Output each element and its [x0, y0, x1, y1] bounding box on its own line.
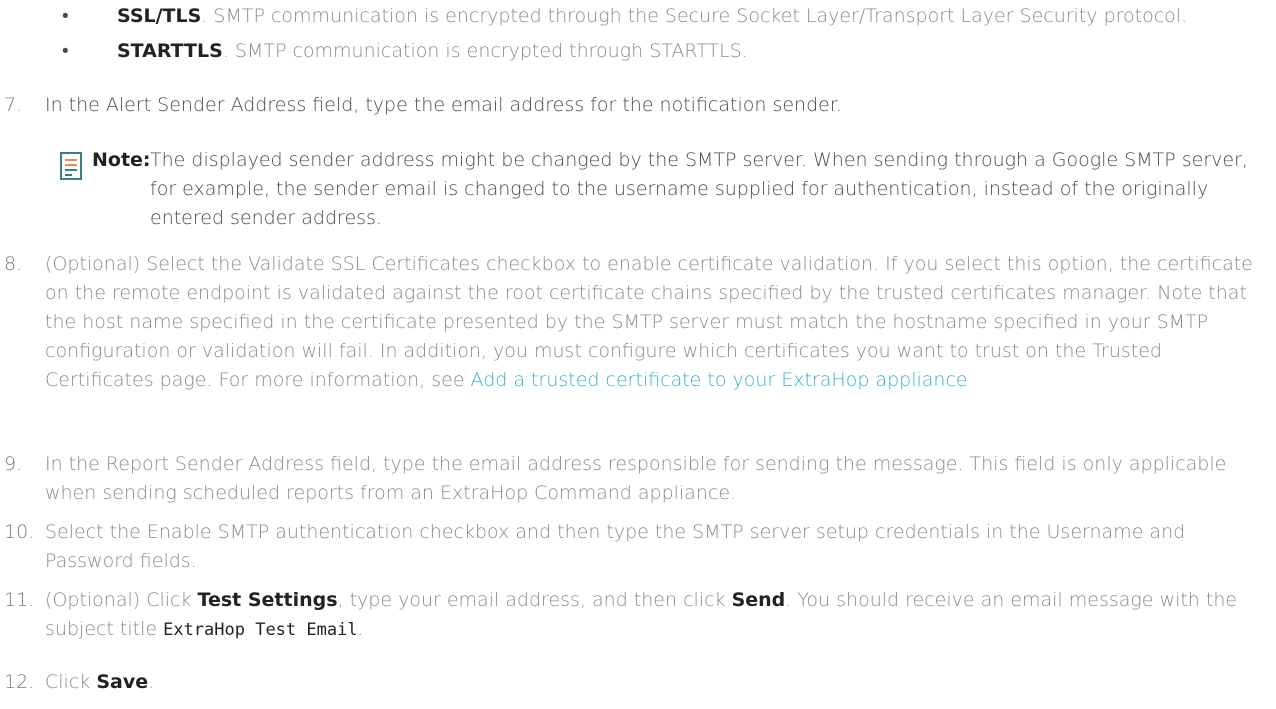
step-10: 10. Select the Enable SMTP authenticatio…	[0, 518, 1262, 576]
step-number: 10.	[4, 521, 35, 543]
note-label: Note:	[92, 149, 151, 171]
save-label: Save	[96, 671, 149, 693]
step-number: 9.	[4, 453, 23, 475]
step-text: Click Save.	[45, 668, 1262, 697]
step-7: 7. In the Alert Sender Address field, ty…	[0, 91, 1262, 120]
step-text-pre: (Optional) Click	[45, 589, 198, 611]
step-text-pre: Click	[45, 671, 97, 693]
email-subject-code: ExtraHop Test Email	[163, 620, 358, 640]
step-text: (Optional) Select the Validate SSL Certi…	[45, 250, 1262, 395]
step-number: 12.	[4, 671, 35, 693]
send-label: Send	[731, 589, 786, 611]
bullet-text: . SMTP communication is encrypted throug…	[201, 5, 1188, 27]
test-settings-label: Test Settings	[197, 589, 338, 611]
step-11: 11. (Optional) Click Test Settings, type…	[0, 586, 1262, 645]
encryption-options-list: • SSL/TLS. SMTP communication is encrypt…	[60, 2, 1250, 70]
bullet-text: . SMTP communication is encrypted throug…	[222, 40, 748, 62]
trusted-certificate-link[interactable]: Add a trusted certificate to your ExtraH…	[471, 369, 968, 391]
step-text: (Optional) Click Test Settings, type you…	[45, 586, 1262, 645]
list-item: • STARTTLS. SMTP communication is encryp…	[60, 37, 1250, 66]
step-number: 7.	[4, 94, 23, 116]
step-text-end: .	[357, 618, 364, 640]
step-9: 9. In the Report Sender Address field, t…	[0, 450, 1262, 508]
bullet-marker: •	[62, 5, 69, 27]
bullet-marker: •	[62, 40, 69, 62]
bullet-term: SSL/TLS	[117, 5, 202, 27]
step-text-mid: , type your email address, and then clic…	[337, 589, 732, 611]
step-number: 11.	[4, 589, 35, 611]
step-text-end: .	[148, 671, 155, 693]
bullet-term: STARTTLS	[117, 40, 223, 62]
document-page: • SSL/TLS. SMTP communication is encrypt…	[0, 0, 1276, 709]
note-callout: Note: The displayed sender address might…	[60, 146, 1260, 233]
note-icon	[60, 152, 82, 180]
step-number: 8.	[4, 253, 23, 275]
step-text: In the Report Sender Address field, type…	[45, 453, 1227, 504]
step-text: In the Alert Sender Address field, type …	[45, 94, 842, 116]
list-item: • SSL/TLS. SMTP communication is encrypt…	[60, 2, 1250, 31]
step-12: 12. Click Save.	[0, 668, 1262, 697]
step-text: Select the Enable SMTP authentication ch…	[45, 521, 1186, 572]
note-text: The displayed sender address might be ch…	[150, 149, 1248, 229]
step-8: 8. (Optional) Select the Validate SSL Ce…	[0, 250, 1262, 395]
